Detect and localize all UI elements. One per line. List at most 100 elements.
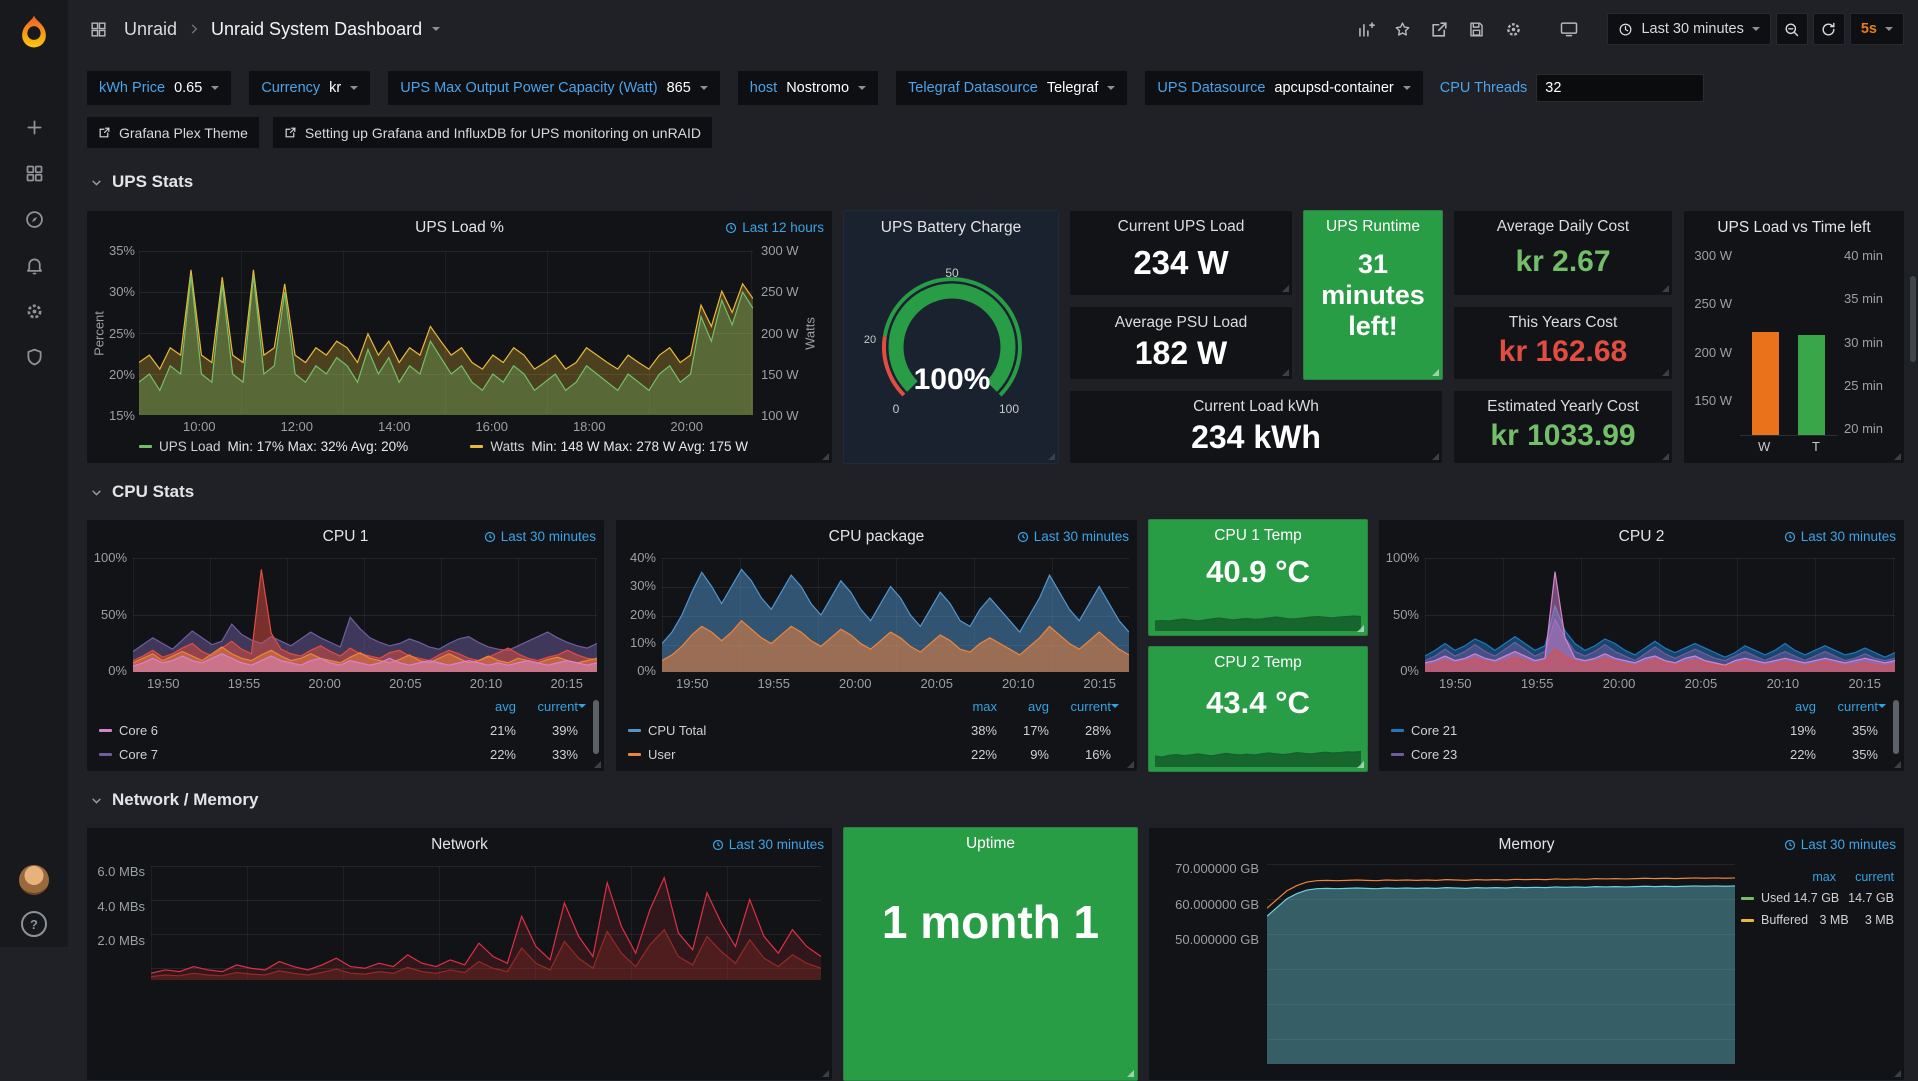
panel-average-psu-load: Average PSU Load 182 W	[1069, 306, 1293, 380]
panel-time-badge[interactable]: Last 30 minutes	[484, 529, 596, 544]
variable-currency[interactable]: Currency kr	[248, 70, 371, 106]
link-grafana-plex-theme[interactable]: Grafana Plex Theme	[86, 116, 260, 149]
legend-series-name[interactable]: Watts	[490, 439, 524, 454]
cycle-view-mode-icon[interactable]	[1553, 13, 1585, 45]
link-label: Grafana Plex Theme	[119, 125, 248, 141]
legend-col-max[interactable]: max	[945, 699, 997, 714]
cpu-threads-input[interactable]	[1536, 74, 1704, 102]
panel-title[interactable]: Uptime	[848, 835, 1133, 853]
panel-time-badge[interactable]: Last 30 minutes	[1017, 529, 1129, 544]
variable-value[interactable]: Telegraf	[1047, 80, 1099, 96]
legend-col-current[interactable]: current	[1816, 699, 1878, 714]
panel-title[interactable]: UPS Load vs Time left	[1690, 219, 1898, 237]
zoom-out-icon[interactable]	[1776, 13, 1808, 45]
legend-col-current[interactable]: current	[1049, 699, 1111, 714]
page-scrollbar[interactable]	[1910, 276, 1916, 362]
variable-ups-datasource[interactable]: UPS Datasource apcupsd-container	[1144, 70, 1423, 106]
legend-series-name[interactable]: Core 23	[1411, 747, 1457, 762]
panel-title[interactable]: CPU 2 Temp	[1153, 654, 1363, 672]
legend-series-name[interactable]: Core 6	[119, 723, 158, 738]
panel-title[interactable]: Memory	[1189, 836, 1864, 854]
variable-kwh-price[interactable]: kWh Price 0.65	[86, 70, 232, 106]
panel-title[interactable]: This Years Cost	[1458, 314, 1668, 332]
variable-host[interactable]: host Nostromo	[737, 70, 879, 106]
panel-time-badge[interactable]: Last 30 minutes	[1784, 529, 1896, 544]
alerting-icon[interactable]	[0, 242, 68, 288]
legend-col-max[interactable]: max	[1784, 870, 1836, 884]
panel-title[interactable]: UPS Load %	[127, 219, 792, 237]
variable-value[interactable]: 0.65	[174, 80, 202, 96]
section-network-memory[interactable]: Network / Memory	[90, 790, 258, 810]
variable-value[interactable]: apcupsd-container	[1274, 80, 1393, 96]
panel-time-badge[interactable]: Last 12 hours	[725, 220, 824, 235]
legend-scrollbar[interactable]	[1893, 700, 1899, 754]
save-icon[interactable]	[1460, 13, 1492, 45]
dashboard-grid-icon[interactable]	[82, 13, 114, 45]
gauge-value: 100%	[914, 363, 991, 396]
section-ups-stats[interactable]: UPS Stats	[90, 172, 193, 192]
memory-chart[interactable]	[1267, 864, 1735, 1064]
dashboard-caret-icon[interactable]	[432, 27, 440, 31]
cpu1-chart[interactable]	[133, 558, 597, 672]
add-panel-icon[interactable]	[1349, 13, 1381, 45]
grafana-logo[interactable]	[0, 0, 68, 64]
server-admin-icon[interactable]	[0, 334, 68, 380]
section-title: UPS Stats	[112, 172, 193, 192]
legend-series-name[interactable]: Core 7	[119, 747, 158, 762]
legend-swatch	[99, 729, 112, 732]
cpu2-chart[interactable]	[1425, 558, 1895, 672]
configuration-icon[interactable]	[0, 288, 68, 334]
panel-time-badge[interactable]: Last 30 minutes	[712, 837, 824, 852]
legend-series-name[interactable]: CPU Total	[648, 723, 706, 738]
refresh-interval-label: 5s	[1861, 21, 1877, 37]
legend-series-name[interactable]: UPS Load	[159, 439, 221, 454]
variable-value[interactable]: Nostromo	[786, 80, 849, 96]
panel-title[interactable]: Average Daily Cost	[1458, 218, 1668, 236]
explore-icon[interactable]	[0, 196, 68, 242]
legend-col-current[interactable]: current	[516, 699, 578, 714]
legend-col-avg[interactable]: avg	[464, 699, 516, 714]
legend-col-current[interactable]: current	[1836, 870, 1894, 884]
time-range-picker[interactable]: Last 30 minutes	[1607, 13, 1770, 45]
panel-title[interactable]: UPS Battery Charge	[852, 219, 1050, 237]
variable-telegraf-datasource[interactable]: Telegraf Datasource Telegraf	[895, 70, 1128, 106]
link-ups-monitoring-guide[interactable]: Setting up Grafana and InfluxDB for UPS …	[272, 116, 713, 149]
network-chart[interactable]	[151, 866, 821, 980]
legend-scrollbar[interactable]	[593, 700, 599, 754]
breadcrumb-dashboard[interactable]: Unraid System Dashboard	[211, 19, 422, 40]
section-cpu-stats[interactable]: CPU Stats	[90, 482, 194, 502]
panel-memory: Memory Last 30 minutes 70.000000 GB60.00…	[1148, 827, 1905, 1081]
panel-title[interactable]: Current Load kWh	[1074, 398, 1438, 416]
panel-title[interactable]: Current UPS Load	[1074, 218, 1288, 236]
panel-title[interactable]: Estimated Yearly Cost	[1458, 398, 1668, 416]
help-icon[interactable]: ?	[21, 911, 47, 937]
panel-title[interactable]: UPS Runtime	[1308, 218, 1438, 236]
user-avatar[interactable]	[19, 865, 49, 895]
share-icon[interactable]	[1423, 13, 1455, 45]
legend-col-avg[interactable]: avg	[997, 699, 1049, 714]
legend-series-name[interactable]: Used	[1761, 891, 1790, 905]
stat-value: 31 minutes left!	[1304, 249, 1442, 342]
star-icon[interactable]	[1386, 13, 1418, 45]
dashboards-icon[interactable]	[0, 150, 68, 196]
refresh-interval-select[interactable]: 5s	[1850, 13, 1904, 45]
legend: avg current Core 21 19% 35% Core 23 22% …	[1391, 694, 1886, 766]
ups-load-chart[interactable]	[139, 251, 753, 415]
panel-title[interactable]: CPU 1 Temp	[1153, 527, 1363, 545]
panel-title[interactable]: Average PSU Load	[1074, 314, 1288, 332]
dashboard-settings-icon[interactable]	[1497, 13, 1529, 45]
panel-time-badge[interactable]: Last 30 minutes	[1784, 837, 1896, 852]
panel-title[interactable]: Network	[127, 836, 792, 854]
legend-series-name[interactable]: User	[648, 747, 675, 762]
breadcrumb-org[interactable]: Unraid	[124, 19, 177, 40]
legend-series-name[interactable]: Core 21	[1411, 723, 1457, 738]
cpu-package-chart[interactable]	[662, 558, 1129, 672]
variable-value[interactable]: kr	[329, 80, 341, 96]
variable-ups-max-output[interactable]: UPS Max Output Power Capacity (Watt) 865	[387, 70, 721, 106]
create-icon[interactable]	[0, 104, 68, 150]
legend-series-name[interactable]: Buffered	[1761, 913, 1808, 927]
external-link-icon	[98, 126, 111, 139]
refresh-icon[interactable]	[1813, 13, 1845, 45]
variable-value[interactable]: 865	[667, 80, 691, 96]
legend-col-avg[interactable]: avg	[1764, 699, 1816, 714]
